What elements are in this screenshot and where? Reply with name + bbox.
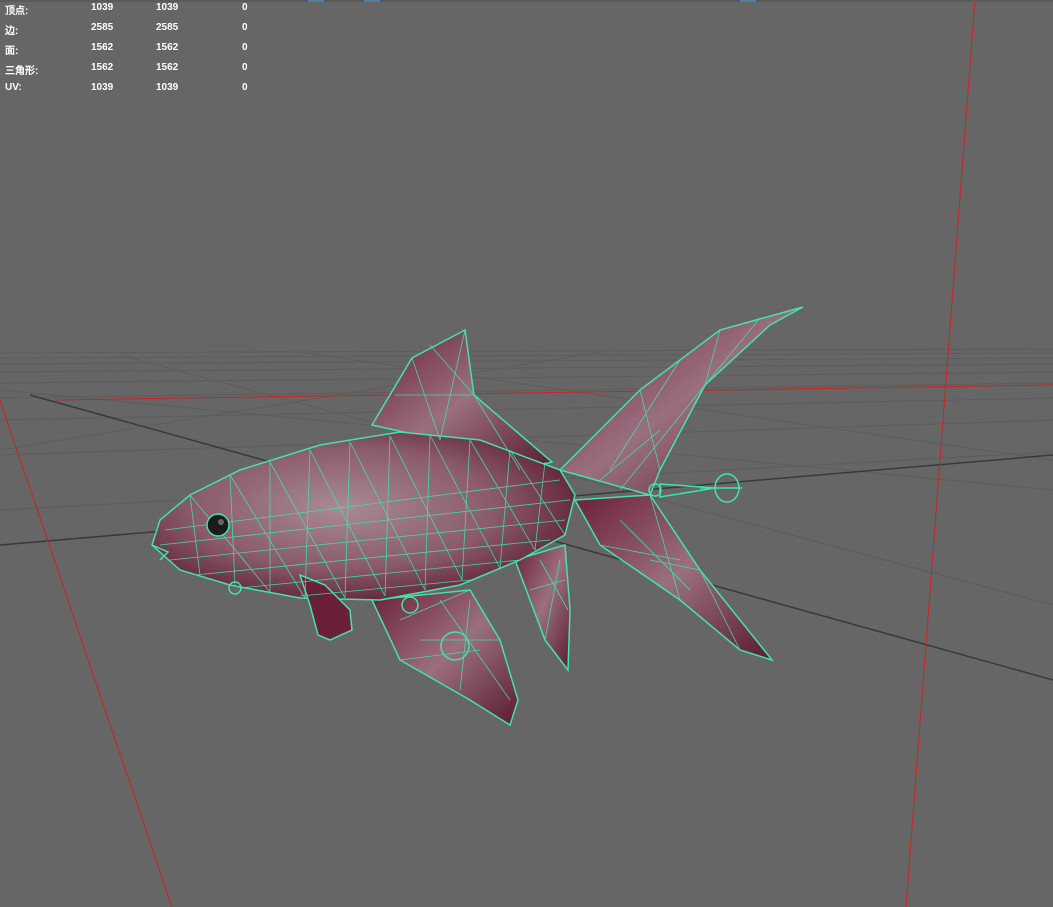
- hud-value: 1039: [91, 82, 114, 93]
- hud-row-faces: 面: 1562 1562 0: [0, 42, 260, 57]
- perspective-viewport[interactable]: [0, 0, 1053, 907]
- hud-row-triangles: 三角形: 1562 1562 0: [0, 62, 260, 77]
- hud-value: 0: [242, 22, 248, 33]
- hud-label: 顶点:: [5, 6, 29, 17]
- hud-value: 0: [242, 42, 248, 53]
- hud-value: 1562: [91, 62, 114, 73]
- hud-value: 0: [242, 82, 248, 93]
- fish-eye-highlight: [218, 519, 224, 525]
- hud-row-edges: 边: 2585 2585 0: [0, 22, 260, 37]
- tail-fin-upper: [558, 306, 804, 496]
- pelvic-fin: [370, 589, 519, 727]
- hud-value: 2585: [91, 22, 114, 33]
- hud-value: 0: [242, 62, 248, 73]
- fish-eye: [206, 513, 230, 537]
- hud-label: 边:: [5, 26, 19, 37]
- hud-label: 面:: [5, 46, 19, 57]
- toolbar-mark: [364, 0, 380, 2]
- hud-value: 0: [242, 2, 248, 13]
- hud-value: 1039: [91, 2, 114, 13]
- toolbar-mark: [740, 0, 756, 2]
- hud-row-vertices: 顶点: 1039 1039 0: [0, 2, 260, 17]
- hud-value: 1562: [91, 42, 114, 53]
- hud-label: UV:: [5, 82, 22, 93]
- toolbar-mark: [308, 0, 324, 2]
- hud-value: 2585: [156, 22, 179, 33]
- hud-value: 1562: [156, 42, 179, 53]
- hud-row-uvs: UV: 1039 1039 0: [0, 82, 260, 96]
- hud-label: 三角形:: [5, 66, 39, 77]
- hud-value: 1562: [156, 62, 179, 73]
- hud-value: 1039: [156, 82, 179, 93]
- hud-value: 1039: [156, 2, 179, 13]
